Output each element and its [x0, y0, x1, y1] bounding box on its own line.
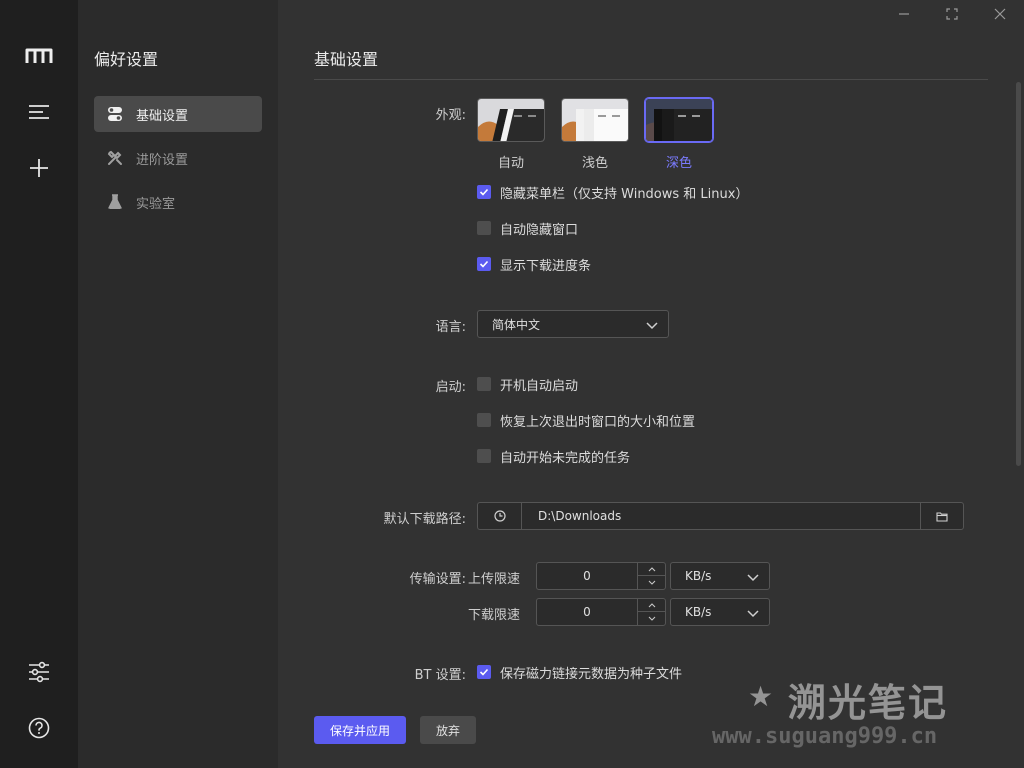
- chevron-down-icon: [747, 571, 759, 585]
- download-unit-select[interactable]: KB/s: [670, 598, 770, 626]
- sidebar-item-label: 进阶设置: [136, 152, 189, 168]
- download-path-field: [477, 502, 964, 530]
- watermark: ★ 溯光笔记 www.suguang999.cn: [712, 672, 1018, 762]
- logo-icon[interactable]: [19, 36, 59, 76]
- chevron-down-icon: [747, 607, 759, 621]
- save-magnet-checkbox[interactable]: [477, 665, 491, 679]
- close-icon[interactable]: [990, 4, 1010, 24]
- language-select[interactable]: 简体中文: [477, 310, 669, 338]
- launch-at-login-option[interactable]: 开机自动启动: [477, 375, 579, 394]
- theme-auto-label: 自动: [497, 156, 524, 171]
- upload-limit-label: 上传限速: [468, 572, 521, 587]
- download-unit-value: KB/s: [685, 605, 712, 619]
- maximize-icon[interactable]: [942, 4, 962, 24]
- sidebar-item-lab[interactable]: 实验室: [94, 184, 262, 220]
- save-magnet-option[interactable]: 保存磁力链接元数据为种子文件: [477, 663, 683, 682]
- resume-tasks-text: 自动开始未完成的任务: [500, 450, 631, 466]
- tools-icon: [106, 149, 124, 167]
- chevron-down-icon[interactable]: [638, 612, 666, 625]
- upload-limit-input[interactable]: [537, 563, 637, 589]
- bt-label: BT 设置:: [414, 668, 466, 683]
- sidebar-title: 偏好设置: [94, 50, 159, 69]
- hide-menubar-text: 隐藏菜单栏（仅支持 Windows 和 Linux）: [500, 186, 749, 202]
- sliders-icon[interactable]: [19, 652, 59, 692]
- show-progress-option[interactable]: 显示下载进度条: [477, 255, 592, 274]
- sidebar-item-label: 基础设置: [136, 108, 189, 124]
- restore-window-checkbox[interactable]: [477, 413, 491, 427]
- settings-sidebar: 偏好设置 基础设置 进阶设置 实验室: [78, 0, 278, 768]
- theme-dark-card[interactable]: [645, 98, 713, 142]
- resume-tasks-checkbox[interactable]: [477, 449, 491, 463]
- chevron-up-icon[interactable]: [638, 599, 666, 612]
- chevron-down-icon: [646, 319, 658, 333]
- plus-icon[interactable]: [19, 148, 59, 188]
- resume-tasks-option[interactable]: 自动开始未完成的任务: [477, 447, 631, 466]
- auto-hide-window-text: 自动隐藏窗口: [500, 222, 579, 238]
- folder-icon[interactable]: [920, 503, 963, 529]
- page-title: 基础设置: [314, 50, 379, 69]
- launch-at-login-text: 开机自动启动: [500, 378, 579, 394]
- title-divider: [314, 79, 988, 80]
- menu-icon[interactable]: [19, 92, 59, 132]
- download-limit-input[interactable]: [537, 599, 637, 625]
- save-magnet-text: 保存磁力链接元数据为种子文件: [500, 666, 683, 682]
- restore-window-option[interactable]: 恢复上次退出时窗口的大小和位置: [477, 411, 696, 430]
- discard-button[interactable]: 放弃: [420, 716, 476, 744]
- show-progress-text: 显示下载进度条: [500, 258, 592, 274]
- sidebar-item-label: 实验室: [136, 196, 176, 212]
- download-limit-stepper: [536, 598, 666, 626]
- watermark-url: www.suguang999.cn: [712, 724, 938, 749]
- clock-icon[interactable]: [478, 503, 522, 529]
- transfer-label: 传输设置:: [409, 572, 466, 587]
- language-value: 简体中文: [492, 317, 541, 332]
- toggle-icon: [106, 105, 124, 123]
- upload-limit-arrows: [637, 563, 666, 589]
- language-label: 语言:: [435, 320, 466, 335]
- download-path-input[interactable]: [522, 503, 920, 529]
- theme-dark-label: 深色: [665, 156, 692, 171]
- star-icon: ★: [748, 680, 774, 713]
- icon-rail: [0, 0, 78, 768]
- auto-hide-window-option[interactable]: 自动隐藏窗口: [477, 219, 579, 238]
- settings-main: 基础设置 外观: 自动 浅色 深色 隐藏菜单栏（仅支持 Windows 和 Li…: [278, 0, 1024, 768]
- upload-limit-stepper: [536, 562, 666, 590]
- theme-light-card[interactable]: [561, 98, 629, 142]
- chevron-down-icon[interactable]: [638, 576, 666, 589]
- upload-unit-value: KB/s: [685, 569, 712, 583]
- theme-auto-card[interactable]: [477, 98, 545, 142]
- chevron-up-icon[interactable]: [638, 563, 666, 576]
- download-limit-label: 下载限速: [468, 608, 521, 623]
- sidebar-item-basic[interactable]: 基础设置: [94, 96, 262, 132]
- download-limit-arrows: [637, 599, 666, 625]
- scrollbar-thumb[interactable]: [1016, 82, 1021, 466]
- hide-menubar-option[interactable]: 隐藏菜单栏（仅支持 Windows 和 Linux）: [477, 183, 749, 202]
- minimize-icon[interactable]: [894, 4, 914, 24]
- restore-window-text: 恢复上次退出时窗口的大小和位置: [500, 414, 696, 430]
- theme-light-label: 浅色: [581, 156, 608, 171]
- launch-at-login-checkbox[interactable]: [477, 377, 491, 391]
- auto-hide-window-checkbox[interactable]: [477, 221, 491, 235]
- startup-label: 启动:: [435, 380, 466, 395]
- lab-icon: [106, 193, 124, 211]
- help-icon[interactable]: [19, 708, 59, 748]
- save-apply-button[interactable]: 保存并应用: [314, 716, 406, 744]
- show-progress-checkbox[interactable]: [477, 257, 491, 271]
- download-path-label: 默认下载路径:: [383, 512, 466, 527]
- upload-unit-select[interactable]: KB/s: [670, 562, 770, 590]
- appearance-label: 外观:: [435, 108, 466, 123]
- watermark-title: 溯光笔记: [788, 681, 949, 725]
- hide-menubar-checkbox[interactable]: [477, 185, 491, 199]
- sidebar-item-advanced[interactable]: 进阶设置: [94, 140, 262, 176]
